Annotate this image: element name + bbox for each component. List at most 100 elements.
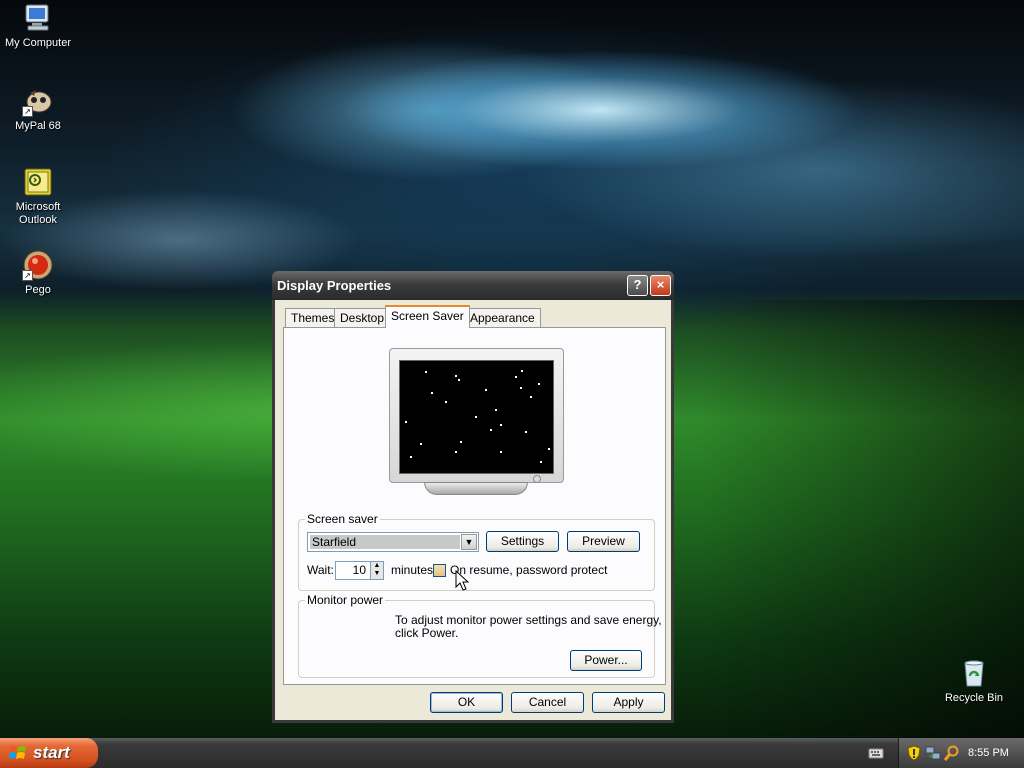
tab-themes[interactable]: Themes bbox=[285, 308, 341, 327]
star-dot bbox=[455, 375, 457, 377]
chevron-down-icon[interactable]: ▼ bbox=[461, 534, 477, 550]
title-bar[interactable]: Display Properties ? × bbox=[272, 271, 674, 300]
button-label: Preview bbox=[582, 534, 625, 548]
tab-label: Desktop bbox=[340, 311, 385, 325]
star-dot bbox=[495, 409, 497, 411]
monitor-power-led-icon bbox=[533, 475, 541, 483]
monitor-preview bbox=[389, 348, 564, 483]
star-dot bbox=[405, 421, 407, 423]
button-label: OK bbox=[457, 695, 476, 709]
apply-button[interactable]: Apply bbox=[592, 692, 665, 713]
desktop-icon-label: Microsoft Outlook bbox=[15, 201, 61, 226]
shortcut-arrow-icon: ↗ bbox=[22, 270, 33, 281]
password-protect-checkbox[interactable] bbox=[433, 564, 446, 577]
close-icon: × bbox=[656, 277, 665, 292]
pego-icon: ↗ bbox=[22, 249, 54, 281]
power-button[interactable]: Power... bbox=[570, 650, 642, 671]
tab-label: Themes bbox=[291, 311, 335, 325]
star-dot bbox=[520, 387, 522, 389]
star-dot bbox=[521, 370, 523, 372]
star-dot bbox=[410, 456, 412, 458]
outlook-icon bbox=[22, 166, 54, 198]
display-properties-window: Display Properties ? × Themes Desktop Sc… bbox=[272, 271, 674, 723]
taskbar-clock[interactable]: 8:55 PM bbox=[968, 738, 1009, 768]
tab-desktop[interactable]: Desktop bbox=[334, 308, 391, 327]
star-dot bbox=[548, 448, 550, 450]
star-dot bbox=[431, 392, 433, 394]
window-title: Display Properties bbox=[277, 278, 392, 293]
search-icon[interactable] bbox=[944, 745, 960, 761]
network-icon[interactable] bbox=[925, 745, 941, 761]
button-label: Settings bbox=[500, 534, 545, 548]
star-dot bbox=[445, 401, 447, 403]
star-dot bbox=[500, 424, 502, 426]
desktop-icon-label: MyPal 68 bbox=[15, 120, 61, 132]
wait-label: Wait: bbox=[307, 563, 334, 577]
recycle-bin-icon bbox=[958, 657, 990, 689]
button-label: Power... bbox=[584, 653, 628, 667]
monitor-stand bbox=[424, 482, 528, 495]
tab-label: Screen Saver bbox=[391, 309, 464, 323]
tab-appearance[interactable]: Appearance bbox=[464, 308, 541, 327]
desktop-icon-pego[interactable]: ↗ Pego bbox=[0, 249, 76, 297]
star-dot bbox=[425, 371, 427, 373]
monitor-power-description-1: To adjust monitor power settings and sav… bbox=[395, 613, 662, 627]
star-dot bbox=[475, 416, 477, 418]
password-protect-label[interactable]: On resume, password protect bbox=[450, 563, 607, 577]
help-button[interactable]: ? bbox=[627, 275, 648, 296]
monitor-power-group-label: Monitor power bbox=[305, 593, 386, 607]
wait-minutes-input[interactable]: 10 bbox=[335, 561, 371, 580]
spin-up-icon[interactable]: ▲ bbox=[371, 562, 383, 570]
star-dot bbox=[455, 451, 457, 453]
desktop-icon-my-computer[interactable]: My Computer bbox=[0, 2, 76, 50]
taskbar: start 8:55 PM bbox=[0, 738, 1024, 768]
settings-button[interactable]: Settings bbox=[486, 531, 559, 552]
mouse-pointer-icon bbox=[455, 570, 469, 591]
screen-saver-group-label: Screen saver bbox=[305, 512, 380, 526]
mypal-browser-icon: ↗ bbox=[22, 85, 54, 117]
screen-saver-group: Screen saver Starfield ▼ Settings Previe… bbox=[298, 512, 655, 591]
start-label: start bbox=[33, 743, 70, 762]
security-shield-icon[interactable] bbox=[907, 745, 921, 761]
button-label: Apply bbox=[613, 695, 644, 709]
close-button[interactable]: × bbox=[650, 275, 671, 296]
desktop-icon-label: My Computer bbox=[4, 37, 72, 49]
star-dot bbox=[485, 389, 487, 391]
spin-down-icon[interactable]: ▼ bbox=[371, 570, 383, 578]
desktop-icon-recycle-bin[interactable]: Recycle Bin bbox=[936, 657, 1012, 705]
star-dot bbox=[458, 379, 460, 381]
desktop-icon-outlook[interactable]: Microsoft Outlook bbox=[0, 166, 76, 227]
cancel-button[interactable]: Cancel bbox=[511, 692, 584, 713]
tab-screen-saver[interactable]: Screen Saver bbox=[385, 305, 470, 328]
star-dot bbox=[490, 429, 492, 431]
desktop-icon-label: Pego bbox=[25, 284, 51, 296]
screen-saver-select[interactable]: Starfield ▼ bbox=[307, 532, 479, 552]
screen-saver-preview-screen bbox=[399, 360, 554, 474]
preview-button[interactable]: Preview bbox=[567, 531, 640, 552]
dialog-client-area: Themes Desktop Screen Saver Appearance S… bbox=[275, 300, 671, 720]
star-dot bbox=[538, 383, 540, 385]
star-dot bbox=[530, 396, 532, 398]
monitor-power-description-2: click Power. bbox=[395, 626, 459, 640]
desktop-icon-label: Recycle Bin bbox=[944, 692, 1004, 704]
star-dot bbox=[540, 461, 542, 463]
windows-logo-icon bbox=[9, 746, 26, 759]
desktop-icon-mypal[interactable]: ↗ MyPal 68 bbox=[0, 85, 76, 133]
help-icon: ? bbox=[633, 277, 642, 292]
shortcut-arrow-icon: ↗ bbox=[22, 106, 33, 117]
star-dot bbox=[460, 441, 462, 443]
ok-button[interactable]: OK bbox=[430, 692, 503, 713]
star-dot bbox=[525, 431, 527, 433]
monitor-power-group: Monitor power To adjust monitor power se… bbox=[298, 593, 662, 678]
computer-icon bbox=[22, 2, 54, 34]
screen-saver-selected-value: Starfield bbox=[310, 535, 460, 549]
screen-saver-panel: Screen saver Starfield ▼ Settings Previe… bbox=[283, 327, 666, 685]
star-dot bbox=[420, 443, 422, 445]
wait-spinner[interactable]: ▲ ▼ bbox=[370, 561, 384, 580]
start-button[interactable]: start bbox=[0, 738, 98, 768]
button-label: Cancel bbox=[528, 695, 567, 709]
tab-label: Appearance bbox=[470, 311, 535, 325]
keyboard-icon[interactable] bbox=[868, 746, 884, 760]
minutes-label: minutes bbox=[391, 563, 434, 577]
star-dot bbox=[500, 451, 502, 453]
